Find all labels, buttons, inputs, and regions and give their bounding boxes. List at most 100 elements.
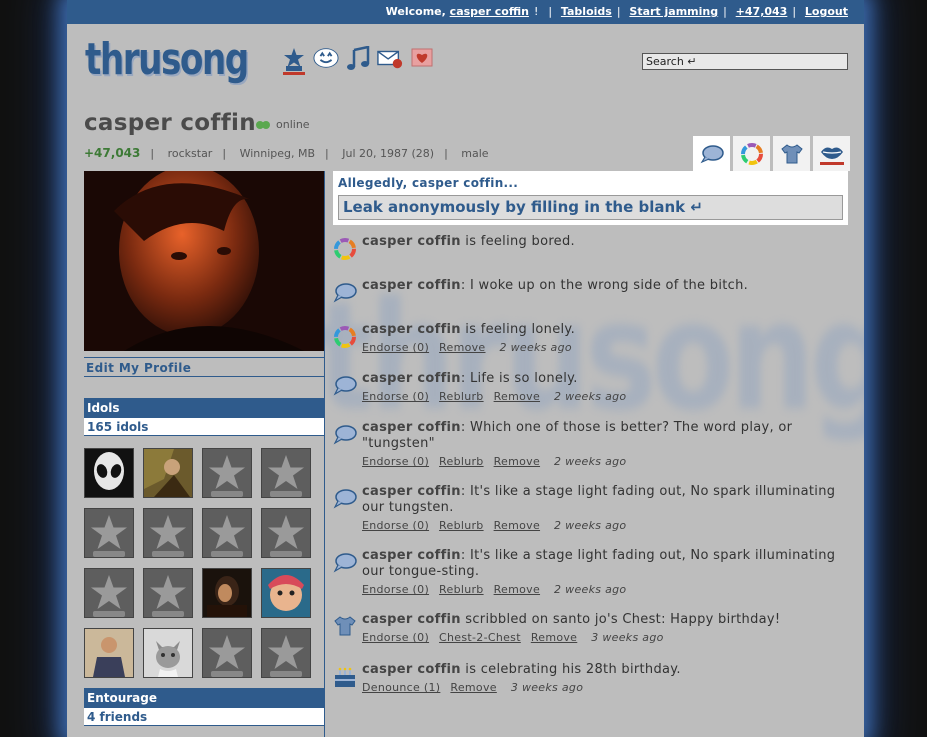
feed-item: casper coffin: It's like a stage light f… bbox=[333, 484, 853, 532]
feed-action-reblurb[interactable]: Reblurb bbox=[439, 390, 484, 403]
location-value: Winnipeg, MB bbox=[239, 147, 316, 160]
entourage-count-link[interactable]: 4 friends bbox=[84, 708, 324, 726]
feed-author-link[interactable]: casper coffin bbox=[362, 612, 461, 627]
speech-bubble-icon bbox=[333, 374, 357, 398]
feed-message: is feeling lonely. bbox=[460, 322, 575, 337]
tab-moods[interactable] bbox=[733, 136, 770, 171]
tab-kisses[interactable] bbox=[813, 136, 850, 171]
idol-avatar[interactable] bbox=[202, 568, 252, 618]
feed-author-link[interactable]: casper coffin bbox=[362, 662, 461, 677]
color-wheel-icon bbox=[333, 237, 357, 261]
feed-action-reblurb[interactable]: Reblurb bbox=[439, 455, 484, 468]
feed-author-link[interactable]: casper coffin bbox=[362, 371, 461, 386]
feed-timestamp: 2 weeks ago bbox=[554, 519, 627, 532]
start-jamming-link[interactable]: Start jamming bbox=[629, 5, 718, 18]
activity-feed: casper coffin is feeling bored. casper co… bbox=[333, 234, 853, 694]
feed-message: is celebrating his 28th birthday. bbox=[460, 662, 681, 677]
feed-action-endorse-0[interactable]: Endorse (0) bbox=[362, 631, 429, 644]
feed-author-link[interactable]: casper coffin bbox=[362, 420, 461, 435]
logout-link[interactable]: Logout bbox=[805, 5, 848, 18]
idols-count-link[interactable]: 165 idols bbox=[84, 418, 324, 436]
idol-avatar[interactable] bbox=[143, 448, 193, 498]
feed-item: casper coffin scribbled on santo jo's Ch… bbox=[333, 612, 853, 644]
tab-chest[interactable] bbox=[773, 136, 810, 171]
idol-placeholder[interactable] bbox=[261, 628, 311, 678]
online-status: online bbox=[255, 118, 310, 131]
idol-star-icon[interactable] bbox=[281, 46, 307, 76]
entourage-header: Entourage bbox=[84, 688, 324, 708]
feed-actions: Endorse (0) Chest-2-Chest Remove 3 weeks ag… bbox=[362, 631, 853, 644]
feed-action-remove[interactable]: Remove bbox=[494, 583, 540, 596]
feed-action-endorse-0[interactable]: Endorse (0) bbox=[362, 455, 429, 468]
speech-bubble-icon bbox=[333, 551, 357, 575]
site-logo[interactable]: thrusong bbox=[85, 34, 249, 85]
idol-avatar[interactable] bbox=[261, 568, 311, 618]
feed-actions: Endorse (0) Reblurb Remove 2 weeks ago bbox=[362, 455, 853, 468]
profile-name: casper coffin bbox=[84, 110, 256, 136]
feed-author-link[interactable]: casper coffin bbox=[362, 234, 461, 249]
feed-action-endorse-0[interactable]: Endorse (0) bbox=[362, 341, 429, 354]
feed-timestamp: 2 weeks ago bbox=[554, 455, 627, 468]
profile-tabs bbox=[693, 136, 850, 171]
feed-action-remove[interactable]: Remove bbox=[450, 681, 496, 694]
feed-actions: Endorse (0) Reblurb Remove 2 weeks ago bbox=[362, 519, 853, 532]
mail-icon[interactable] bbox=[377, 46, 403, 76]
feed-action-endorse-0[interactable]: Endorse (0) bbox=[362, 390, 429, 403]
feed-action-endorse-0[interactable]: Endorse (0) bbox=[362, 583, 429, 596]
username-link[interactable]: casper coffin bbox=[450, 5, 529, 18]
idol-avatar[interactable] bbox=[84, 628, 134, 678]
profile-photo[interactable] bbox=[84, 171, 324, 351]
feed-text: casper coffin is feeling bored. bbox=[362, 234, 853, 250]
gender-value: male bbox=[461, 147, 489, 160]
idol-placeholder[interactable] bbox=[202, 628, 252, 678]
feed-text: casper coffin: It's like a stage light f… bbox=[362, 484, 853, 516]
score-value: +47,043 bbox=[84, 146, 141, 160]
idol-placeholder[interactable] bbox=[261, 448, 311, 498]
cake-icon bbox=[333, 665, 357, 689]
feed-message: scribbled on santo jo's Chest: Happy bir… bbox=[460, 612, 781, 627]
feed-actions: Endorse (0) Remove 2 weeks ago bbox=[362, 341, 853, 354]
feed-action-chest-2-chest[interactable]: Chest-2-Chest bbox=[439, 631, 521, 644]
feed-author-link[interactable]: casper coffin bbox=[362, 484, 461, 499]
face-icon[interactable] bbox=[313, 46, 339, 76]
idol-placeholder[interactable] bbox=[84, 568, 134, 618]
feed-action-remove[interactable]: Remove bbox=[439, 341, 485, 354]
feed-actions: Endorse (0) Reblurb Remove 2 weeks ago bbox=[362, 390, 853, 403]
idol-avatar[interactable] bbox=[143, 628, 193, 678]
feed-author-link[interactable]: casper coffin bbox=[362, 548, 461, 563]
search-input[interactable]: Search ↵ bbox=[642, 53, 848, 70]
idol-avatar[interactable] bbox=[84, 448, 134, 498]
role-value: rockstar bbox=[167, 147, 213, 160]
feed-author-link[interactable]: casper coffin bbox=[362, 322, 461, 337]
feed-actions: Denounce (1) Remove 3 weeks ago bbox=[362, 681, 853, 694]
feed-action-denounce-1[interactable]: Denounce (1) bbox=[362, 681, 440, 694]
feed-action-remove[interactable]: Remove bbox=[531, 631, 577, 644]
feed-text: casper coffin is celebrating his 28th bi… bbox=[362, 662, 853, 678]
idols-header: Idols bbox=[84, 398, 324, 418]
feed-author-link[interactable]: casper coffin bbox=[362, 278, 461, 293]
idol-placeholder[interactable] bbox=[84, 508, 134, 558]
feed-action-remove[interactable]: Remove bbox=[494, 455, 540, 468]
tabloids-link[interactable]: Tabloids bbox=[561, 5, 612, 18]
feed-action-reblurb[interactable]: Reblurb bbox=[439, 519, 484, 532]
edit-profile-link[interactable]: Edit My Profile bbox=[84, 357, 324, 377]
heart-book-icon[interactable] bbox=[409, 46, 435, 76]
feed-action-remove[interactable]: Remove bbox=[494, 390, 540, 403]
feed-action-endorse-0[interactable]: Endorse (0) bbox=[362, 519, 429, 532]
idol-placeholder[interactable] bbox=[202, 508, 252, 558]
feed-action-reblurb[interactable]: Reblurb bbox=[439, 583, 484, 596]
feed-text: casper coffin scribbled on santo jo's Ch… bbox=[362, 612, 853, 628]
feed-action-remove[interactable]: Remove bbox=[494, 519, 540, 532]
tab-blurbs[interactable] bbox=[693, 136, 730, 171]
feed-item: casper coffin: Life is so lonely. Endorse… bbox=[333, 371, 853, 403]
leak-input[interactable]: Leak anonymously by filling in the blank… bbox=[338, 195, 843, 220]
music-note-icon[interactable] bbox=[345, 46, 371, 76]
idol-placeholder[interactable] bbox=[143, 568, 193, 618]
idol-placeholder[interactable] bbox=[202, 448, 252, 498]
speech-bubble-icon bbox=[333, 487, 357, 511]
lips-icon bbox=[819, 147, 844, 165]
score-link[interactable]: +47,043 bbox=[736, 5, 788, 18]
idols-grid bbox=[84, 448, 324, 678]
idol-placeholder[interactable] bbox=[143, 508, 193, 558]
idol-placeholder[interactable] bbox=[261, 508, 311, 558]
